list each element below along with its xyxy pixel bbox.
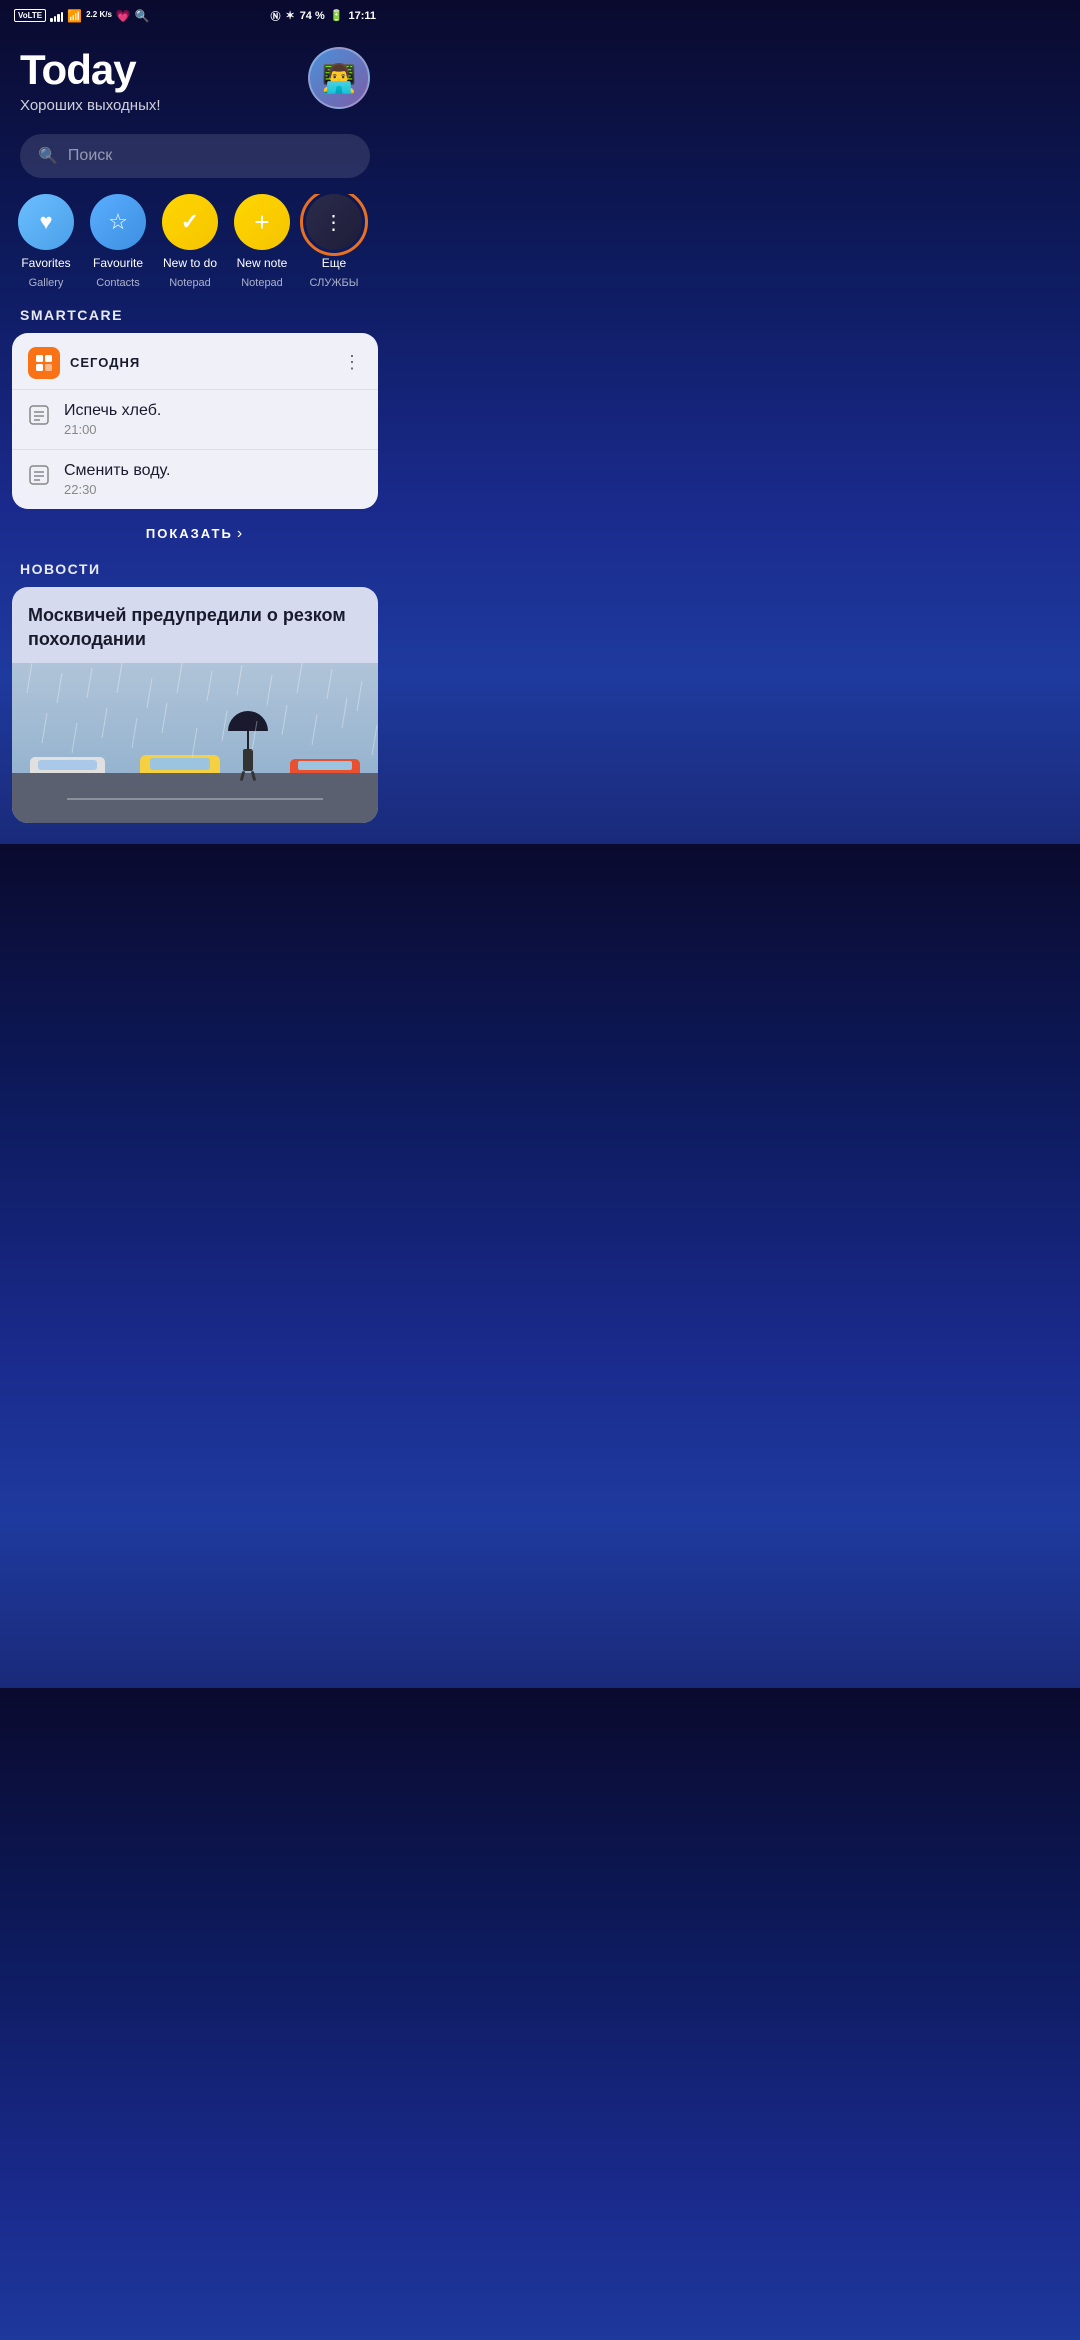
favorites-icon-circle: ♥	[18, 194, 74, 250]
search-input[interactable]: Поиск	[68, 147, 112, 165]
signal-bar-4	[61, 12, 64, 22]
show-more-button[interactable]: ПОКАЗАТЬ ›	[0, 509, 390, 555]
favourite-label: Favourite	[93, 256, 143, 270]
quick-action-new-note[interactable]: + New note Notepad	[228, 194, 296, 288]
wifi-icon: 📶	[67, 9, 82, 23]
quick-actions-row: ♥ Favorites Gallery ☆ Favourite Contacts…	[0, 194, 390, 288]
smartcare-menu-button[interactable]: ⋮	[343, 352, 362, 373]
avatar[interactable]: 👨‍💻	[308, 47, 370, 109]
task-list-icon	[28, 464, 52, 492]
smartcare-card: СЕГОДНЯ ⋮ Испечь хлеб. 21:00	[12, 333, 378, 509]
task-item[interactable]: Испечь хлеб. 21:00	[12, 389, 378, 449]
new-todo-sublabel: Notepad	[169, 277, 211, 289]
more-sublabel: СЛУЖБЫ	[310, 277, 359, 289]
smartcare-section-title: SMARTCARE	[0, 289, 390, 333]
heart-icon: ♥	[39, 209, 52, 235]
task-content: Испечь хлеб. 21:00	[64, 402, 161, 437]
show-more-arrow: ›	[237, 525, 244, 543]
signal-bar-1	[50, 18, 53, 22]
favourite-contacts-icon-circle: ☆	[90, 194, 146, 250]
news-scene	[12, 663, 378, 823]
search-status-icon: 🔍	[135, 9, 150, 23]
check-icon: ✓	[181, 209, 199, 235]
new-todo-label: New to do	[163, 256, 217, 270]
status-right: Ⓝ ✶ 74 % 🔋 17:11	[270, 8, 376, 23]
quick-action-more[interactable]: ⋮ Еще СЛУЖБЫ	[300, 194, 368, 288]
more-icon-circle: ⋮	[306, 194, 362, 250]
battery-percent: 74 %	[300, 10, 325, 22]
rain-overlay	[12, 663, 378, 823]
favorites-label: Favorites	[21, 256, 70, 270]
show-more-label: ПОКАЗАТЬ	[146, 526, 233, 541]
bluetooth-icon: ✶	[285, 9, 294, 22]
search-icon: 🔍	[38, 146, 58, 166]
plus-icon: +	[254, 207, 269, 238]
smartcare-today-label: СЕГОДНЯ	[70, 355, 140, 370]
page-title: Today	[20, 47, 161, 93]
network-speed: 2.2 K/s	[86, 11, 112, 20]
header-section: Today Хороших выходных! 👨‍💻	[0, 27, 390, 124]
signal-bar-2	[54, 16, 57, 22]
news-image	[12, 663, 378, 823]
new-note-sublabel: Notepad	[241, 277, 283, 289]
quick-action-new-todo[interactable]: ✓ New to do Notepad	[156, 194, 224, 288]
favourite-sublabel: Contacts	[96, 277, 139, 289]
task-content: Сменить воду. 22:30	[64, 462, 170, 497]
favorites-sublabel: Gallery	[29, 277, 64, 289]
smartcare-card-header: СЕГОДНЯ ⋮	[12, 333, 378, 389]
more-circle-ring-highlight	[300, 194, 368, 256]
task-time: 21:00	[64, 422, 161, 437]
signal-bar-3	[57, 14, 60, 22]
header-text: Today Хороших выходных!	[20, 47, 161, 114]
new-note-label: New note	[237, 256, 288, 270]
status-bar: VoLTE 📶 2.2 K/s 💗 🔍 Ⓝ ✶ 74 % 🔋 17:11	[0, 0, 390, 27]
star-icon: ☆	[108, 209, 128, 235]
nfc-icon: Ⓝ	[270, 8, 280, 23]
more-label: Еще	[322, 256, 346, 270]
new-todo-icon-circle: ✓	[162, 194, 218, 250]
task-time: 22:30	[64, 482, 170, 497]
news-card[interactable]: Москвичей предупредили о резком похолода…	[12, 587, 378, 824]
news-section-title: НОВОСТИ	[0, 555, 390, 587]
smartcare-header-left: СЕГОДНЯ	[28, 347, 140, 379]
task-list-icon	[28, 404, 52, 432]
avatar-image: 👨‍💻	[322, 62, 357, 95]
signal-strength	[50, 10, 63, 22]
search-bar[interactable]: 🔍 Поиск	[20, 134, 370, 178]
health-icon: 💗	[116, 9, 131, 23]
clock: 17:11	[348, 10, 376, 22]
task-item[interactable]: Сменить воду. 22:30	[12, 449, 378, 509]
task-name: Сменить воду.	[64, 462, 170, 480]
news-headline: Москвичей предупредили о резком похолода…	[12, 587, 378, 664]
quick-action-favorites[interactable]: ♥ Favorites Gallery	[12, 194, 80, 288]
smartcare-icon	[28, 347, 60, 379]
volte-indicator: VoLTE	[14, 9, 46, 22]
task-name: Испечь хлеб.	[64, 402, 161, 420]
battery-icon: 🔋	[330, 9, 344, 22]
new-note-icon-circle: +	[234, 194, 290, 250]
quick-action-favourite-contacts[interactable]: ☆ Favourite Contacts	[84, 194, 152, 288]
status-left: VoLTE 📶 2.2 K/s 💗 🔍	[14, 9, 150, 23]
header-greeting: Хороших выходных!	[20, 97, 161, 114]
